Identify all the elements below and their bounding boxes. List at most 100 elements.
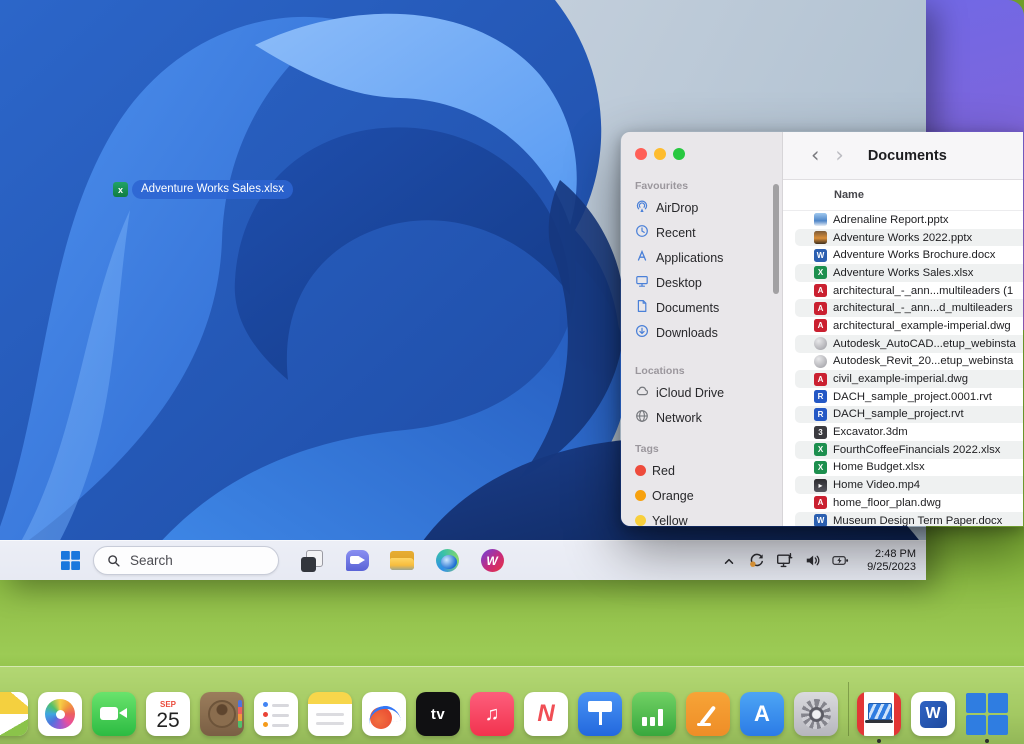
- installer-file-icon: [814, 337, 827, 350]
- dock-item-microsoft-word: W: [911, 692, 955, 736]
- windows-taskbar: Search W 2:48 PM 9/25/2023: [0, 540, 926, 580]
- finder-window-title: Documents: [868, 148, 947, 164]
- music-icon[interactable]: ♫: [470, 692, 514, 736]
- running-indicator: [985, 739, 989, 743]
- freeform-icon[interactable]: [362, 692, 406, 736]
- file-row[interactable]: 3Excavator.3dm: [795, 423, 1023, 441]
- calendar-icon[interactable]: SEP25: [146, 692, 190, 736]
- image-orange-file-icon: [814, 231, 827, 244]
- start-button[interactable]: [57, 548, 83, 574]
- sidebar-item-recent[interactable]: Recent: [621, 220, 782, 245]
- file-row[interactable]: RDACH_sample_project.rvt: [795, 406, 1023, 424]
- sidebar-item-network[interactable]: Network: [621, 405, 782, 430]
- file-row[interactable]: Aarchitectural_example-imperial.dwg: [795, 317, 1023, 335]
- sidebar-item-label: Network: [656, 411, 702, 425]
- sidebar-item-downloads[interactable]: Downloads: [621, 320, 782, 345]
- dock-divider: [848, 682, 849, 736]
- word-file-icon: W: [814, 514, 827, 526]
- sidebar-scrollbar[interactable]: [773, 184, 779, 294]
- file-row[interactable]: Aarchitectural_-_ann...multileaders (1: [795, 282, 1023, 300]
- apple-tv-icon[interactable]: tv: [416, 692, 460, 736]
- microsoft-word-icon[interactable]: W: [911, 692, 955, 736]
- calendar-day: 25: [156, 710, 179, 732]
- excel-file-icon: X: [814, 461, 827, 474]
- wps-office-icon[interactable]: W: [479, 548, 505, 574]
- word-logo: W: [920, 701, 947, 728]
- sidebar-item-yellow[interactable]: Yellow: [621, 508, 782, 527]
- column-header-name[interactable]: Name: [783, 180, 1023, 211]
- file-row[interactable]: Aarchitectural_-_ann...d_multileaders: [795, 299, 1023, 317]
- file-row[interactable]: XFourthCoffeeFinancials 2022.xlsx: [795, 441, 1023, 459]
- file-row[interactable]: Acivil_example-imperial.dwg: [795, 370, 1023, 388]
- dock-item-notes: [308, 692, 352, 736]
- sidebar-item-airdrop[interactable]: AirDrop: [621, 195, 782, 220]
- numbers-icon[interactable]: [632, 692, 676, 736]
- file-row[interactable]: Autodesk_AutoCAD...etup_webinsta: [795, 335, 1023, 353]
- screenshot-canvas: x Adventure Works Sales.xlsx Search W: [0, 0, 1024, 744]
- notes-icon[interactable]: [308, 692, 352, 736]
- airdrop-icon: [635, 199, 649, 216]
- photos-icon[interactable]: [38, 692, 82, 736]
- dock-item-calendar: SEP25: [146, 692, 190, 736]
- dock-item-system-settings: [794, 692, 838, 736]
- facetime-icon[interactable]: [92, 692, 136, 736]
- task-view-icon[interactable]: [299, 548, 325, 574]
- file-row[interactable]: XHome Budget.xlsx: [795, 459, 1023, 477]
- file-name: architectural_-_ann...d_multileaders: [833, 302, 1013, 314]
- sidebar-item-documents[interactable]: Documents: [621, 295, 782, 320]
- file-row[interactable]: RDACH_sample_project.0001.rvt: [795, 388, 1023, 406]
- dwg-file-icon: A: [814, 496, 827, 509]
- back-button[interactable]: ‹: [805, 145, 825, 166]
- window-controls: [635, 148, 782, 160]
- zoom-button[interactable]: [673, 148, 685, 160]
- reminders-icon[interactable]: [254, 692, 298, 736]
- installer-file-icon: [814, 355, 827, 368]
- sidebar-item-red[interactable]: Red: [621, 458, 782, 483]
- keynote-icon[interactable]: [578, 692, 622, 736]
- edge-icon[interactable]: [434, 548, 460, 574]
- app-store-icon[interactable]: A: [740, 692, 784, 736]
- taskbar-clock[interactable]: 2:48 PM 9/25/2023: [860, 548, 916, 574]
- parallels-desktop-icon[interactable]: [857, 692, 901, 736]
- sidebar-item-label: Applications: [656, 251, 723, 265]
- close-button[interactable]: [635, 148, 647, 160]
- word-file-icon: W: [814, 249, 827, 262]
- pages-icon[interactable]: [686, 692, 730, 736]
- globe-icon: [635, 409, 649, 426]
- search-icon: [107, 554, 121, 568]
- desktop-file-adventure-works-sales[interactable]: x Adventure Works Sales.xlsx: [113, 180, 293, 199]
- chevron-up-icon[interactable]: [720, 552, 737, 569]
- file-row[interactable]: ▸Home Video.mp4: [795, 476, 1023, 494]
- file-row[interactable]: Adrenaline Report.pptx: [795, 211, 1023, 229]
- partial-app-icon[interactable]: [0, 692, 28, 736]
- sidebar-item-icloud-drive[interactable]: iCloud Drive: [621, 380, 782, 405]
- sync-icon[interactable]: [748, 552, 765, 569]
- sidebar-item-desktop[interactable]: Desktop: [621, 270, 782, 295]
- file-row[interactable]: WAdventure Works Brochure.docx: [795, 246, 1023, 264]
- file-explorer-icon[interactable]: [389, 548, 415, 574]
- file-row[interactable]: Ahome_floor_plan.dwg: [795, 494, 1023, 512]
- taskbar-search[interactable]: Search: [93, 546, 279, 575]
- sidebar-item-orange[interactable]: Orange: [621, 483, 782, 508]
- file-name: Autodesk_Revit_20...etup_webinsta: [833, 355, 1013, 367]
- dock-item-apple-tv: tv: [416, 692, 460, 736]
- clock-time: 2:48 PM: [860, 548, 916, 561]
- system-settings-icon[interactable]: [794, 692, 838, 736]
- display-network-icon[interactable]: [776, 552, 793, 569]
- file-row[interactable]: XAdventure Works Sales.xlsx: [795, 264, 1023, 282]
- file-row[interactable]: Autodesk_Revit_20...etup_webinsta: [795, 353, 1023, 371]
- chat-icon[interactable]: [344, 548, 370, 574]
- sidebar-item-applications[interactable]: Applications: [621, 245, 782, 270]
- news-icon[interactable]: N: [524, 692, 568, 736]
- file-name: Adrenaline Report.pptx: [833, 214, 949, 226]
- battery-icon[interactable]: [832, 552, 849, 569]
- windows-11-icon[interactable]: [965, 692, 1009, 736]
- volume-icon[interactable]: [804, 552, 821, 569]
- minimize-button[interactable]: [654, 148, 666, 160]
- file-row[interactable]: W Museum Design Term Paper.docx: [795, 512, 1023, 526]
- file-row[interactable]: Adventure Works 2022.pptx: [795, 229, 1023, 247]
- file-name: Museum Design Term Paper.docx: [833, 515, 1002, 526]
- forward-button[interactable]: ›: [829, 145, 849, 166]
- windows-logo-icon: [61, 551, 80, 570]
- contacts-icon[interactable]: [200, 692, 244, 736]
